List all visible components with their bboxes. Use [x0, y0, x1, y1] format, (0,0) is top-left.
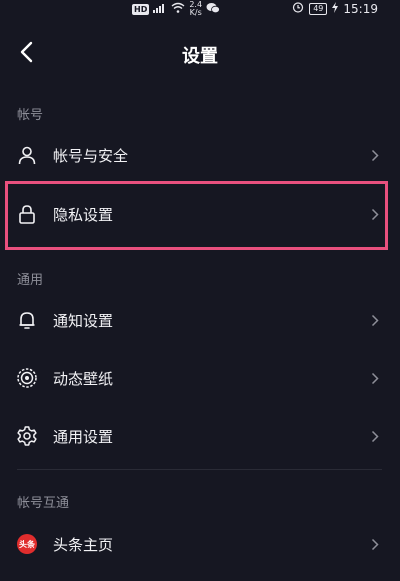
settings-item-general[interactable]: 通用设置	[0, 411, 400, 461]
clock: 15:19	[343, 1, 378, 16]
settings-item-label: 帐号与安全	[53, 146, 129, 165]
settings-item-live-wallpaper[interactable]: 动态壁纸	[0, 353, 400, 403]
chevron-right-icon	[370, 313, 380, 327]
settings-item-label: 动态壁纸	[53, 369, 114, 388]
wechat-icon	[206, 2, 220, 17]
settings-screen: HD 2.4 K/s 49 15:19 设置 帐号 帐号与安全 隐私设置 通用 …	[0, 0, 400, 581]
header: 设置	[0, 30, 400, 76]
user-icon	[16, 144, 38, 166]
chevron-right-icon	[370, 429, 380, 443]
section-label-linked-accounts: 帐号互通	[17, 496, 70, 511]
toutiao-logo: 头条	[17, 534, 37, 554]
chevron-right-icon	[370, 537, 380, 551]
page-title: 设置	[182, 46, 218, 67]
status-right: 49 15:19	[292, 1, 378, 16]
section-divider	[17, 469, 382, 470]
settings-item-toutiao-homepage[interactable]: 头条 头条主页	[0, 519, 400, 569]
wifi-icon	[171, 2, 185, 16]
hd-badge: HD	[132, 3, 150, 15]
battery-indicator: 49	[309, 2, 328, 15]
settings-item-label: 通用设置	[53, 427, 114, 446]
chevron-right-icon	[370, 371, 380, 385]
charging-icon	[332, 1, 339, 16]
status-left: HD 2.4 K/s	[132, 1, 220, 17]
wallpaper-icon	[16, 367, 38, 389]
settings-item-label: 通知设置	[53, 311, 114, 330]
chevron-right-icon	[370, 148, 380, 162]
status-bar: HD 2.4 K/s 49 15:19	[0, 0, 400, 18]
alarm-icon	[292, 1, 304, 16]
section-label-general: 通用	[17, 273, 44, 288]
signal-icon	[153, 2, 167, 16]
gear-icon	[16, 425, 38, 447]
settings-item-label: 头条主页	[53, 535, 114, 554]
bell-icon	[16, 309, 38, 331]
settings-item-account-security[interactable]: 帐号与安全	[0, 130, 400, 180]
highlight-box	[5, 181, 388, 250]
net-speed: 2.4 K/s	[189, 1, 202, 17]
settings-item-notifications[interactable]: 通知设置	[0, 295, 400, 345]
net-speed-unit: K/s	[189, 8, 202, 17]
section-label-account: 帐号	[17, 108, 44, 123]
toutiao-logo-icon: 头条	[16, 533, 38, 555]
